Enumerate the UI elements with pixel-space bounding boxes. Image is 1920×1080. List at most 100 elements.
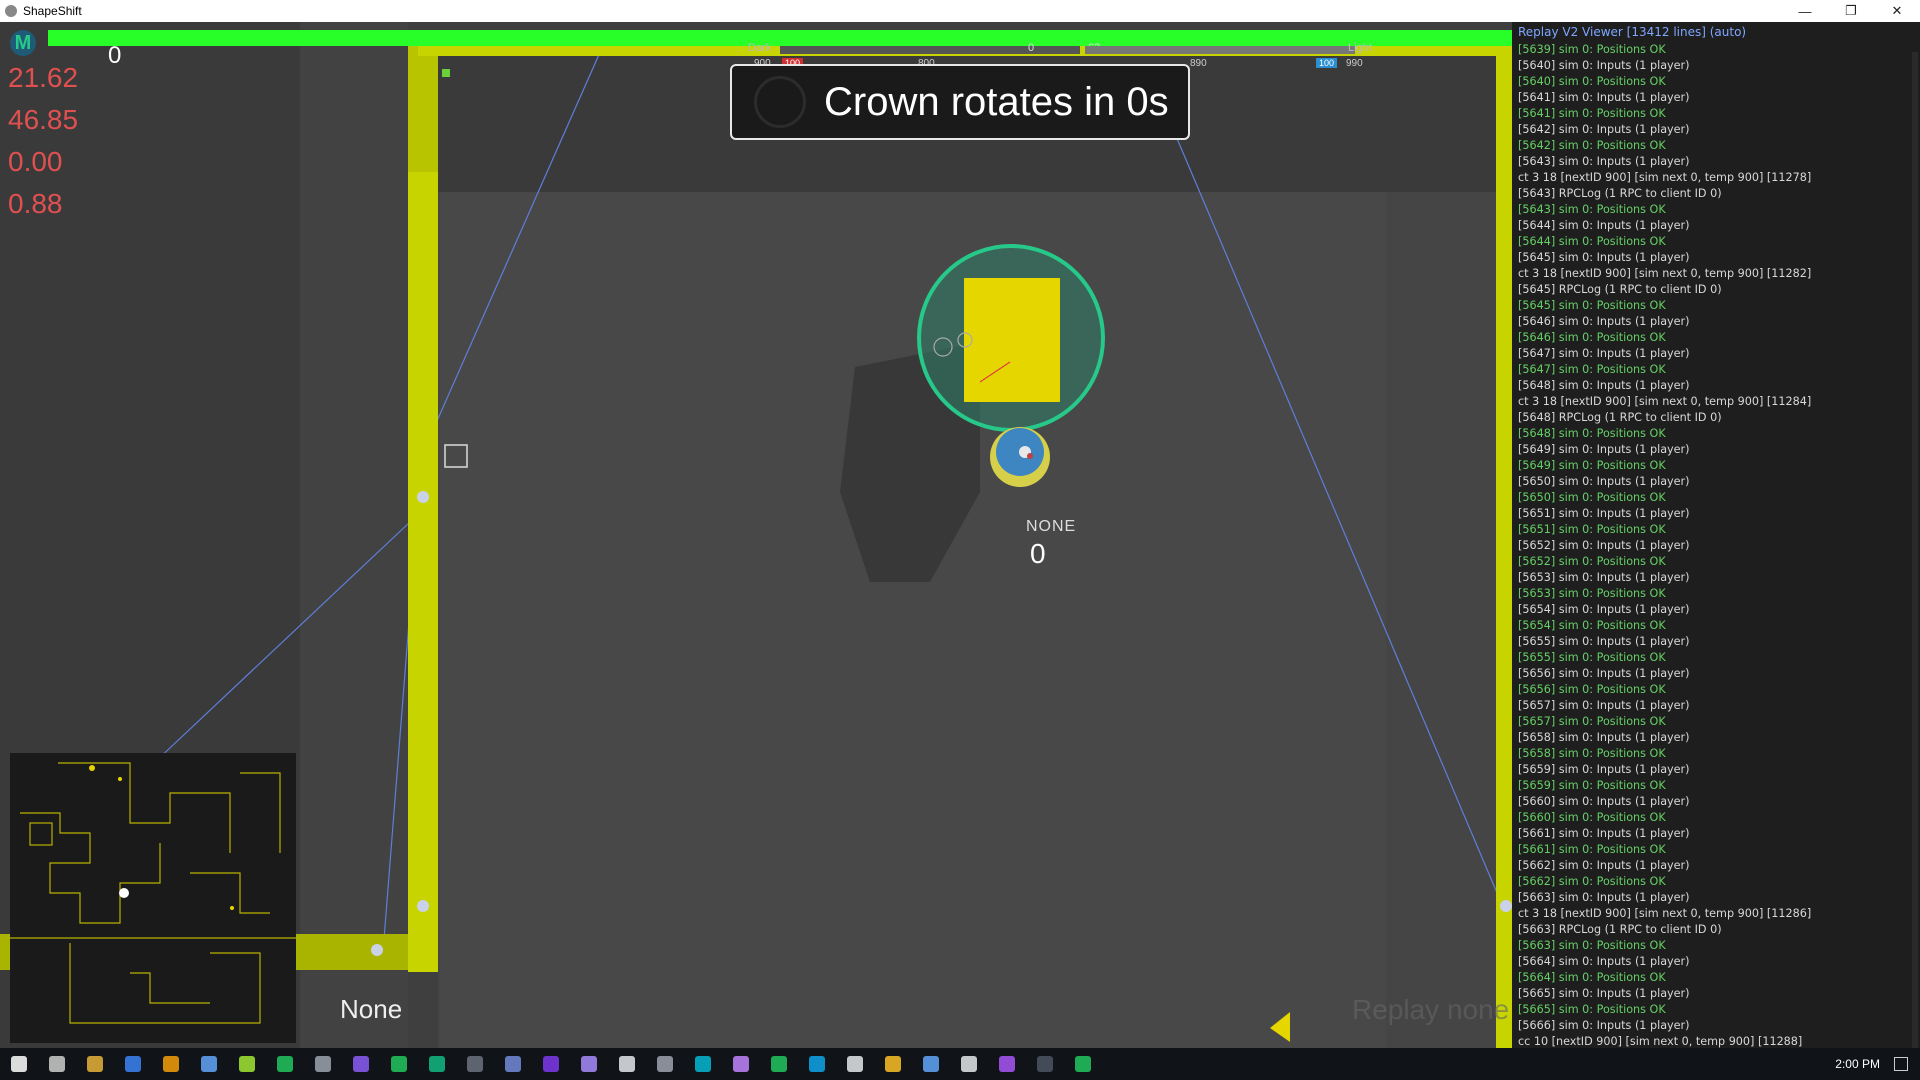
title-bar: ShapeShift — ❐ ✕: [0, 0, 1920, 22]
player-name-label: NONE: [1026, 518, 1077, 535]
media-player-icon[interactable]: [163, 1056, 179, 1072]
log-line: [5648] sim 0: Inputs (1 player): [1518, 379, 1690, 392]
timer-ring-icon: [754, 76, 806, 128]
log-line: [5650] sim 0: Inputs (1 player): [1518, 475, 1690, 488]
replay-log-panel[interactable]: Replay V2 Viewer [13412 lines] (auto) [5…: [1512, 22, 1920, 1048]
log-line: ct 3 18 [nextID 900] [sim next 0, temp 9…: [1518, 267, 1812, 280]
meter-value-0: 0: [1028, 42, 1035, 54]
restore-button[interactable]: ❐: [1828, 0, 1874, 22]
app-icon[interactable]: [239, 1056, 255, 1072]
app-icon[interactable]: [391, 1056, 407, 1072]
scale-890: 890: [1190, 58, 1207, 69]
start-icon[interactable]: [11, 1056, 27, 1072]
log-line: [5641] sim 0: Inputs (1 player): [1518, 91, 1690, 104]
app-icon[interactable]: [733, 1056, 749, 1072]
scale-100b: 100: [1316, 58, 1338, 68]
app-icon[interactable]: [277, 1056, 293, 1072]
log-line: cc 10 [nextID 900] [sim next 0, temp 900…: [1518, 1035, 1803, 1048]
log-line: [5643] RPCLog (1 RPC to client ID 0): [1518, 187, 1722, 200]
log-line: [5661] sim 0: Inputs (1 player): [1518, 827, 1690, 840]
log-line: [5652] sim 0: Positions OK: [1518, 555, 1666, 568]
replay-watermark: Replay none: [1352, 994, 1510, 1025]
app-icon[interactable]: [885, 1056, 901, 1072]
steam-icon[interactable]: [315, 1056, 331, 1072]
log-line: [5655] sim 0: Positions OK: [1518, 651, 1666, 664]
log-line: ct 3 18 [nextID 900] [sim next 0, temp 9…: [1518, 171, 1812, 184]
log-line: [5653] sim 0: Positions OK: [1518, 587, 1666, 600]
app-icon[interactable]: [1075, 1056, 1091, 1072]
log-line: [5657] sim 0: Inputs (1 player): [1518, 699, 1690, 712]
app-icon[interactable]: [999, 1056, 1015, 1072]
top-counter: 0: [108, 42, 122, 69]
meter-dark-label: Dark: [748, 42, 772, 54]
window-title: ShapeShift: [23, 4, 82, 18]
log-line: [5662] sim 0: Inputs (1 player): [1518, 859, 1690, 872]
stat-4: 0.88: [8, 188, 63, 219]
log-line: [5642] sim 0: Inputs (1 player): [1518, 123, 1690, 136]
app-icon[interactable]: [657, 1056, 673, 1072]
log-line: [5649] sim 0: Inputs (1 player): [1518, 443, 1690, 456]
log-line: ct 3 18 [nextID 900] [sim next 0, temp 9…: [1518, 907, 1812, 920]
app-icon[interactable]: [961, 1056, 977, 1072]
stat-2: 46.85: [8, 104, 79, 135]
visual-studio-icon[interactable]: [353, 1056, 369, 1072]
system-tray: 2:00 PM: [1825, 1048, 1920, 1080]
close-button[interactable]: ✕: [1874, 0, 1920, 22]
app-icon[interactable]: [847, 1056, 863, 1072]
log-line: [5650] sim 0: Positions OK: [1518, 491, 1666, 504]
log-line: [5663] sim 0: Inputs (1 player): [1518, 891, 1690, 904]
log-line: [5660] sim 0: Inputs (1 player): [1518, 795, 1690, 808]
app-icon[interactable]: [581, 1056, 597, 1072]
bottom-status-label: None: [340, 994, 403, 1024]
app-icon[interactable]: [809, 1056, 825, 1072]
app-icon[interactable]: [619, 1056, 635, 1072]
log-line: [5647] sim 0: Positions OK: [1518, 363, 1666, 376]
log-line: [5648] sim 0: Positions OK: [1518, 427, 1666, 440]
crown-block: [964, 278, 1060, 402]
log-line: ct 3 18 [nextID 900] [sim next 0, temp 9…: [1518, 395, 1812, 408]
mod-logo-icon: M: [10, 30, 36, 56]
minimap-player-icon: [119, 888, 129, 898]
notifications-icon[interactable]: [1894, 1057, 1908, 1071]
log-line: [5639] sim 0: Positions OK: [1518, 43, 1666, 56]
app-icon[interactable]: [923, 1056, 939, 1072]
app-icon[interactable]: [429, 1056, 445, 1072]
log-line: [5645] sim 0: Positions OK: [1518, 299, 1666, 312]
wall-light: [417, 491, 429, 503]
file-explorer-icon[interactable]: [125, 1056, 141, 1072]
clock[interactable]: 2:00 PM: [1835, 1057, 1880, 1071]
log-line: [5648] RPCLog (1 RPC to client ID 0): [1518, 411, 1722, 424]
log-line: [5655] sim 0: Inputs (1 player): [1518, 635, 1690, 648]
task-view-icon[interactable]: [49, 1056, 65, 1072]
log-line: [5658] sim 0: Positions OK: [1518, 747, 1666, 760]
meter-light-label: Light: [1348, 42, 1372, 54]
log-scrollbar[interactable]: [1912, 52, 1918, 1048]
app-icon[interactable]: [543, 1056, 559, 1072]
app-icon[interactable]: [771, 1056, 787, 1072]
stat-1: 21.62: [8, 62, 79, 93]
minimize-button[interactable]: —: [1782, 0, 1828, 22]
log-line: [5663] RPCLog (1 RPC to client ID 0): [1518, 923, 1722, 936]
discord-icon[interactable]: [505, 1056, 521, 1072]
log-line: [5647] sim 0: Inputs (1 player): [1518, 347, 1690, 360]
app-icon[interactable]: [201, 1056, 217, 1072]
log-line: [5643] sim 0: Positions OK: [1518, 203, 1666, 216]
game-viewport[interactable]: M 0 21.62 46.85 0.00 0.88 Dark 0 63 Ligh…: [0, 22, 1512, 1048]
crown-banner-text: Crown rotates in 0s: [824, 79, 1169, 124]
log-line: [5665] sim 0: Inputs (1 player): [1518, 987, 1690, 1000]
app-icon[interactable]: [1037, 1056, 1053, 1072]
terminal-icon[interactable]: [467, 1056, 483, 1072]
log-line: [5653] sim 0: Inputs (1 player): [1518, 571, 1690, 584]
log-line: [5661] sim 0: Positions OK: [1518, 843, 1666, 856]
log-line: [5663] sim 0: Positions OK: [1518, 939, 1666, 952]
minimap[interactable]: [10, 753, 296, 1043]
chrome-icon[interactable]: [87, 1056, 103, 1072]
log-line: [5646] sim 0: Positions OK: [1518, 331, 1666, 344]
log-line: [5656] sim 0: Inputs (1 player): [1518, 667, 1690, 680]
log-line: [5645] sim 0: Inputs (1 player): [1518, 251, 1690, 264]
log-line: [5641] sim 0: Positions OK: [1518, 107, 1666, 120]
app-icon[interactable]: [695, 1056, 711, 1072]
log-line: [5643] sim 0: Inputs (1 player): [1518, 155, 1690, 168]
log-lines: [5639] sim 0: Positions OK [5640] sim 0: …: [1512, 42, 1920, 1048]
log-line: [5651] sim 0: Inputs (1 player): [1518, 507, 1690, 520]
